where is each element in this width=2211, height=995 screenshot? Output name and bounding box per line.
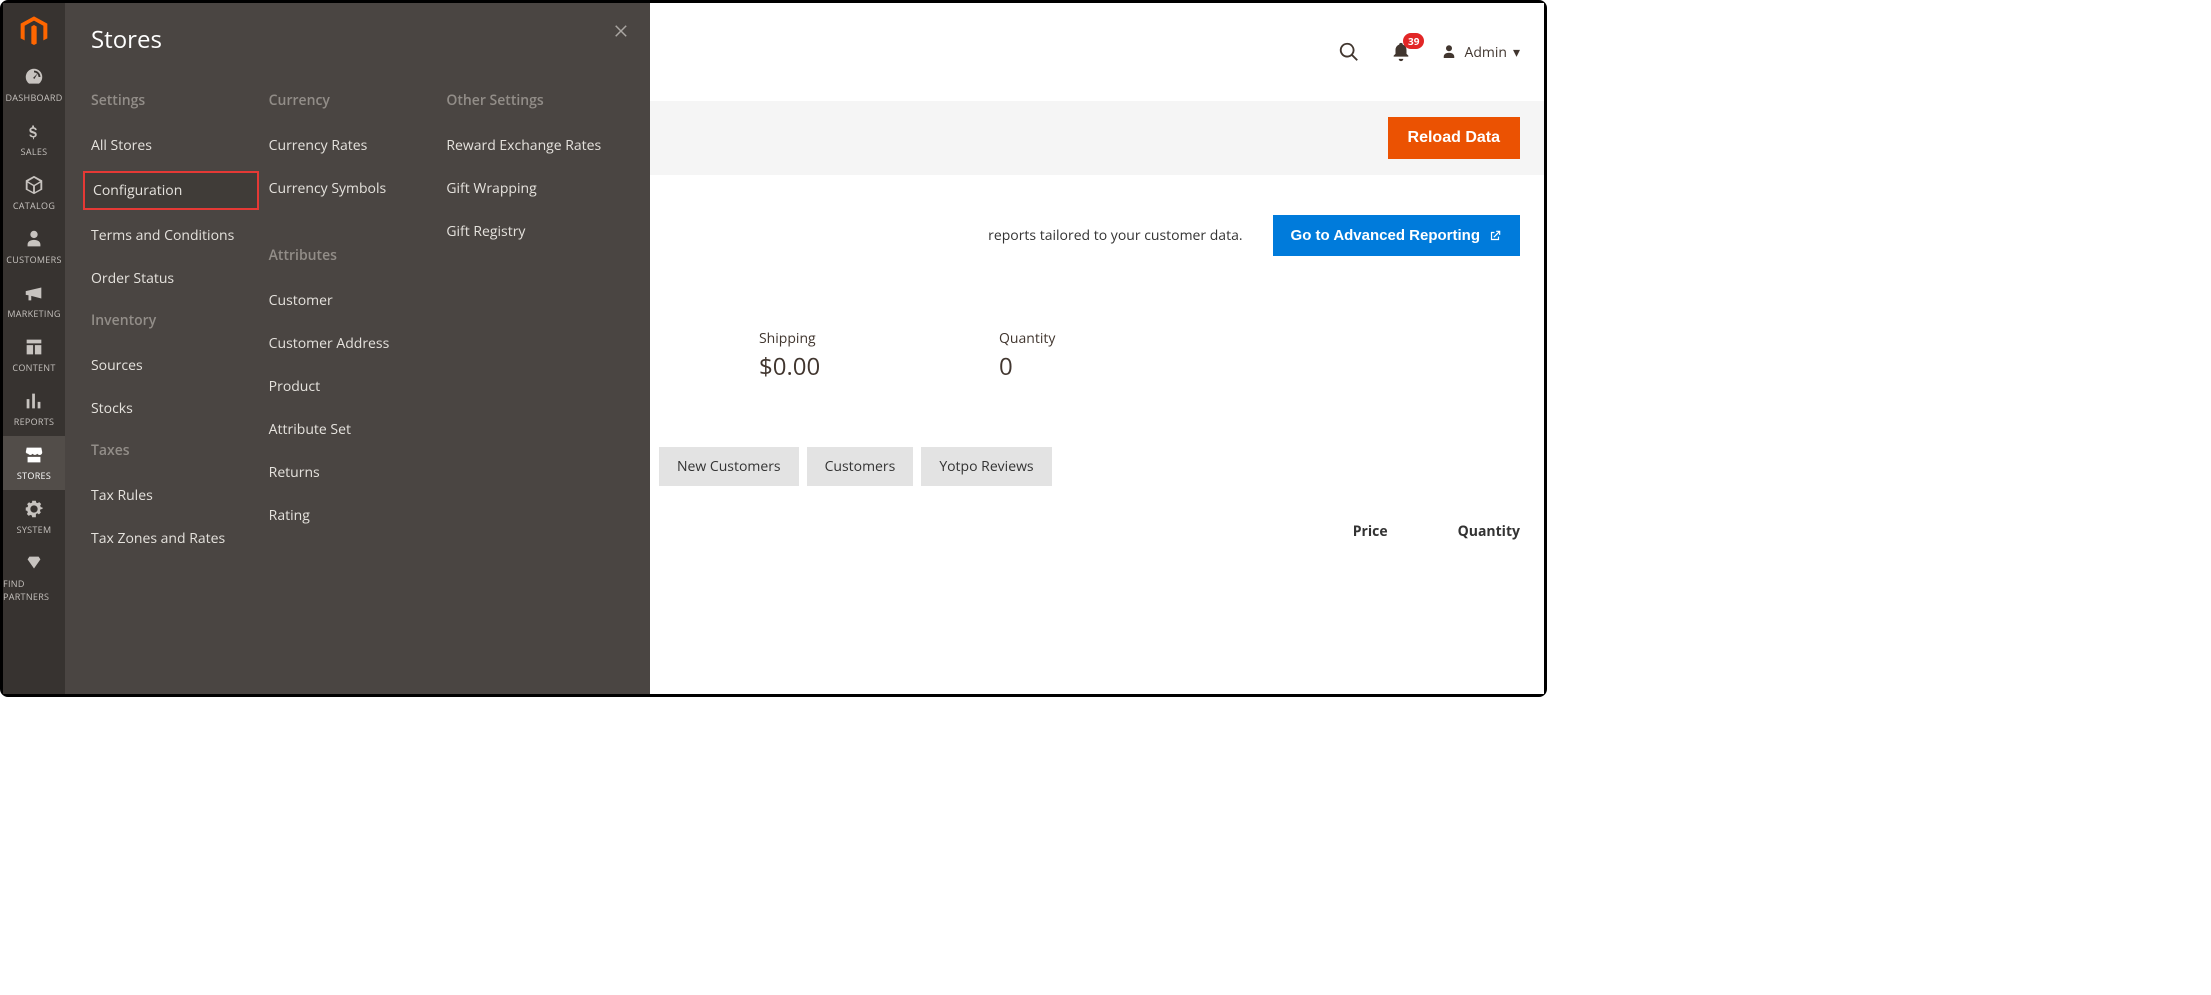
menu-attribute-set[interactable]: Attribute Set	[261, 412, 437, 447]
menu-configuration[interactable]: Configuration	[83, 171, 259, 210]
search-icon[interactable]	[1336, 39, 1362, 65]
nav-find-partners[interactable]: FIND PARTNERS	[3, 544, 65, 611]
stats-row: Shipping $0.00 Quantity 0	[735, 323, 1544, 389]
left-nav: DASHBOARD SALES CATALOG CUSTOMERS MARKET…	[3, 3, 65, 694]
column-quantity: Quantity	[1458, 522, 1520, 541]
table-header: Price Quantity	[635, 522, 1544, 541]
nav-label: SYSTEM	[17, 523, 52, 536]
dashboard-icon	[23, 66, 45, 88]
menu-customer-attr[interactable]: Customer	[261, 283, 437, 318]
nav-content[interactable]: CONTENT	[3, 328, 65, 382]
bar-chart-icon	[23, 390, 45, 412]
menu-terms-conditions[interactable]: Terms and Conditions	[83, 218, 259, 253]
username: Admin	[1464, 43, 1507, 62]
nav-label: STORES	[17, 469, 51, 482]
advanced-reporting-button[interactable]: Go to Advanced Reporting	[1273, 215, 1520, 256]
menu-reward-exchange[interactable]: Reward Exchange Rates	[438, 128, 614, 163]
menu-tax-rules[interactable]: Tax Rules	[83, 478, 259, 513]
menu-stocks[interactable]: Stocks	[83, 391, 259, 426]
menu-currency-symbols[interactable]: Currency Symbols	[261, 171, 437, 206]
flyout-section-title: Attributes	[269, 246, 437, 265]
flyout-columns: Settings All Stores Configuration Terms …	[65, 76, 650, 564]
flyout-col-2: Currency Currency Rates Currency Symbols…	[269, 76, 447, 564]
stat-value: 0	[999, 350, 1119, 383]
dollar-icon	[23, 120, 45, 142]
menu-sources[interactable]: Sources	[83, 348, 259, 383]
layout-icon	[23, 336, 45, 358]
stat-value: $0.00	[759, 350, 879, 383]
menu-order-status[interactable]: Order Status	[83, 261, 259, 296]
nav-label: CONTENT	[12, 361, 55, 374]
flyout-section-title: Currency	[269, 91, 437, 110]
menu-product-attr[interactable]: Product	[261, 369, 437, 404]
tab-customers[interactable]: Customers	[807, 447, 914, 486]
nav-dashboard[interactable]: DASHBOARD	[3, 58, 65, 112]
nav-reports[interactable]: REPORTS	[3, 382, 65, 436]
menu-all-stores[interactable]: All Stores	[83, 128, 259, 163]
nav-catalog[interactable]: CATALOG	[3, 166, 65, 220]
gear-icon	[23, 498, 45, 520]
notification-badge: 39	[1403, 33, 1424, 49]
megaphone-icon	[23, 282, 45, 304]
menu-currency-rates[interactable]: Currency Rates	[261, 128, 437, 163]
user-menu[interactable]: Admin ▾	[1440, 43, 1520, 62]
flyout-section-title: Taxes	[91, 441, 259, 460]
box-icon	[23, 174, 45, 196]
stat-label: Quantity	[999, 329, 1119, 348]
nav-label: SALES	[21, 145, 48, 158]
storefront-icon	[23, 444, 45, 466]
flyout-section-title: Inventory	[91, 311, 259, 330]
partners-icon	[23, 552, 45, 574]
nav-system[interactable]: SYSTEM	[3, 490, 65, 544]
notifications-button[interactable]: 39	[1388, 39, 1414, 65]
stat-label: Shipping	[759, 329, 879, 348]
flyout-title: Stores	[65, 13, 650, 76]
nav-stores[interactable]: STORES	[3, 436, 65, 490]
adv-text-tail: reports tailored to your customer data.	[988, 226, 1242, 245]
close-icon[interactable]	[610, 19, 634, 43]
chevron-down-icon: ▾	[1513, 43, 1520, 62]
menu-gift-wrapping[interactable]: Gift Wrapping	[438, 171, 614, 206]
menu-gift-registry[interactable]: Gift Registry	[438, 214, 614, 249]
stores-flyout: Stores Settings All Stores Configuration…	[65, 3, 650, 694]
reload-data-button[interactable]: Reload Data	[1388, 117, 1520, 159]
tabs: New Customers Customers Yotpo Reviews	[635, 447, 1544, 486]
menu-tax-zones-rates[interactable]: Tax Zones and Rates	[83, 521, 259, 556]
external-link-icon	[1488, 229, 1502, 243]
nav-label: REPORTS	[14, 415, 55, 428]
nav-label: DASHBOARD	[5, 91, 62, 104]
flyout-section-title: Settings	[91, 91, 259, 110]
nav-label: MARKETING	[7, 307, 60, 320]
person-icon	[23, 228, 45, 250]
menu-rating-attr[interactable]: Rating	[261, 498, 437, 533]
flyout-col-1: Settings All Stores Configuration Terms …	[91, 76, 269, 564]
nav-sales[interactable]: SALES	[3, 112, 65, 166]
nav-label: CATALOG	[13, 199, 55, 212]
nav-label: FIND PARTNERS	[3, 577, 65, 603]
stat-quantity: Quantity 0	[999, 329, 1119, 383]
menu-returns-attr[interactable]: Returns	[261, 455, 437, 490]
nav-marketing[interactable]: MARKETING	[3, 274, 65, 328]
stat-shipping: Shipping $0.00	[759, 329, 879, 383]
user-icon	[1440, 43, 1458, 61]
nav-label: CUSTOMERS	[6, 253, 61, 266]
tab-yotpo-reviews[interactable]: Yotpo Reviews	[921, 447, 1051, 486]
menu-customer-address-attr[interactable]: Customer Address	[261, 326, 437, 361]
adv-button-label: Go to Advanced Reporting	[1291, 227, 1480, 244]
column-price: Price	[1353, 522, 1388, 541]
magento-logo-icon[interactable]	[3, 3, 65, 58]
flyout-col-3: Other Settings Reward Exchange Rates Gif…	[446, 76, 624, 564]
nav-customers[interactable]: CUSTOMERS	[3, 220, 65, 274]
tab-new-customers[interactable]: New Customers	[659, 447, 799, 486]
flyout-section-title: Other Settings	[446, 91, 614, 110]
